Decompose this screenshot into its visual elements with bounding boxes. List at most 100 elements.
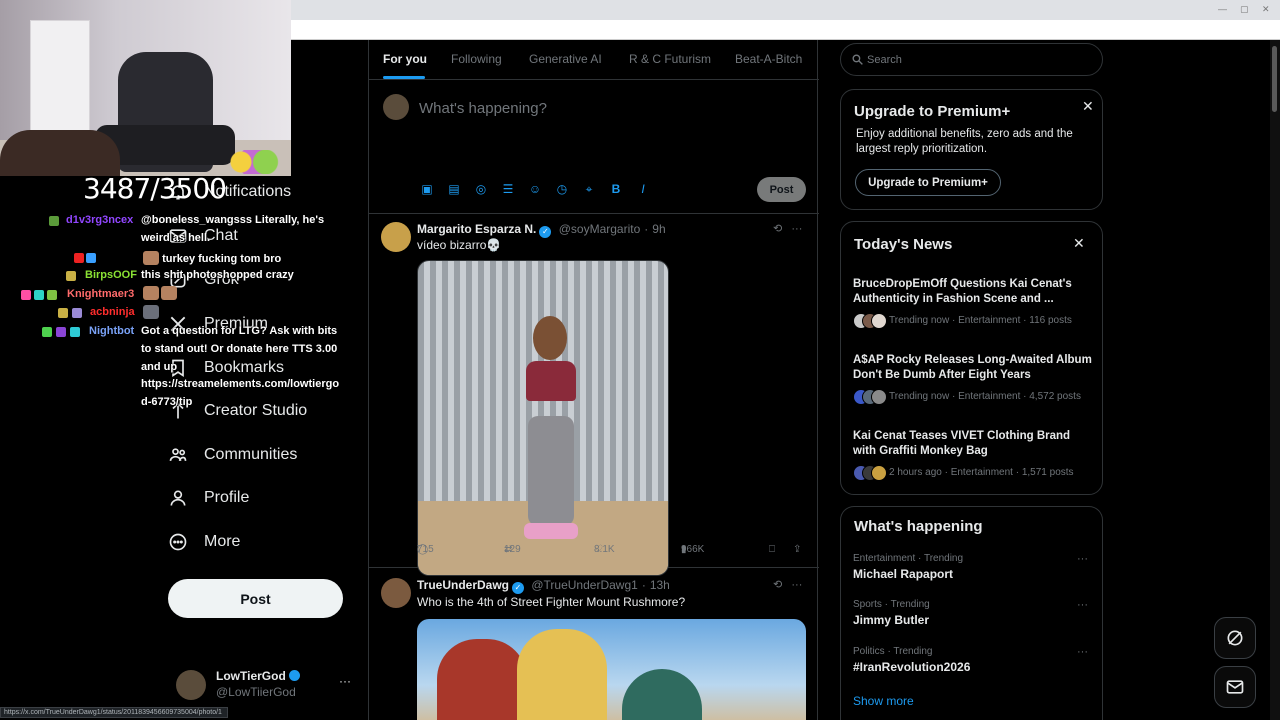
italic-icon[interactable]: I (635, 181, 651, 197)
timeline: For you Following Generative AI R & C Fu… (368, 40, 819, 720)
trend-more-icon[interactable]: ··· (1077, 646, 1088, 658)
news-headline: Kai Cenat Teases VIVET Clothing Brand wi… (853, 430, 1071, 457)
trend-more-icon[interactable]: ··· (1077, 553, 1088, 565)
tweet-author-name[interactable]: TrueUnderDawg (417, 578, 509, 592)
chat-message: https://streamelements.com/lowtiergo (141, 378, 340, 390)
messages-fab-button[interactable] (1214, 666, 1256, 708)
tweet-header: Margarito Esparza N. ✓ @soyMargarito · 9h (417, 222, 666, 238)
emote-icon (143, 305, 159, 319)
sidebar-item-label: Profile (204, 489, 250, 506)
news-meta-text: Trending now · Entertainment · 116 posts (889, 315, 1072, 326)
trend-more-icon[interactable]: ··· (1077, 599, 1088, 611)
sub-goal-counter: 3487/3500 (83, 172, 227, 205)
tab-for-you[interactable]: For you (383, 52, 427, 66)
upgrade-premium-button[interactable]: Upgrade to Premium+ (855, 169, 1001, 196)
news-avatars (853, 465, 887, 481)
trend-topic: #IranRevolution2026 (853, 660, 971, 674)
share-icon[interactable]: ⇪ (793, 544, 801, 555)
trend-item[interactable]: Entertainment · Trending Michael Rapapor… (853, 553, 1093, 581)
compose-input[interactable]: What's happening? (419, 100, 547, 117)
account-handle: @LowTiierGod (216, 685, 296, 699)
whats-happening-title: What's happening (854, 518, 983, 535)
timeline-tabs: For you Following Generative AI R & C Fu… (369, 40, 819, 80)
news-item[interactable]: Kai Cenat Teases VIVET Clothing Brand wi… (853, 429, 1093, 481)
tab-generative-ai[interactable]: Generative AI (529, 52, 602, 66)
tweet-author-handle[interactable]: @soyMargarito (559, 222, 641, 236)
gif-icon[interactable]: ▤ (446, 181, 462, 197)
trend-item[interactable]: Sports · Trending Jimmy Butler ··· (853, 599, 1093, 627)
location-icon[interactable]: ⌖ (581, 181, 597, 197)
tweet-more-icon[interactable]: ··· (791, 223, 802, 235)
bookmark-icon[interactable]: ⎕ (769, 544, 775, 555)
repost-count: 129 (504, 544, 521, 555)
poll-icon[interactable]: ☰ (500, 181, 516, 197)
news-item[interactable]: A$AP Rocky Releases Long-Awaited Album D… (853, 353, 1093, 405)
sidebar-item-profile[interactable]: Profile (168, 478, 249, 518)
avatar (383, 94, 409, 120)
avatar[interactable] (381, 578, 411, 608)
tweet-author-name[interactable]: Margarito Esparza N. (417, 222, 536, 236)
page-scrollbar[interactable] (1270, 40, 1280, 720)
tweet-time[interactable]: 13h (650, 578, 670, 592)
show-more-link[interactable]: Show more (853, 694, 914, 708)
bold-icon[interactable]: B (608, 181, 624, 197)
image-icon[interactable]: ▣ (419, 181, 435, 197)
chat-badge-icon (42, 327, 52, 337)
grok-icon[interactable]: ⟲ (773, 223, 782, 235)
news-headline: BruceDropEmOff Questions Kai Cenat's Aut… (853, 278, 1072, 305)
more-circle-icon (168, 532, 204, 552)
tweet-image[interactable] (417, 619, 806, 720)
tweet[interactable]: Margarito Esparza N. ✓ @soyMargarito · 9h ⟲… (369, 214, 819, 576)
chat-emotes (141, 286, 177, 300)
news-avatars (853, 313, 887, 329)
emote-icon (143, 251, 159, 265)
sidebar-post-button[interactable]: Post (168, 579, 343, 618)
schedule-icon[interactable]: ◷ (554, 181, 570, 197)
verified-badge-icon (288, 670, 300, 681)
close-icon[interactable]: ✕ (1073, 235, 1085, 252)
search-icon (852, 54, 863, 65)
reply-count: 715 (417, 544, 434, 555)
trend-topic: Jimmy Butler (853, 613, 930, 627)
tab-following[interactable]: Following (451, 52, 502, 66)
maximize-icon[interactable]: ▢ (1240, 4, 1249, 15)
address-bar[interactable] (290, 20, 1280, 40)
sidebar-item-more[interactable]: More (168, 522, 240, 562)
news-meta: 2 hours ago · Entertainment · 1,571 post… (853, 465, 1093, 481)
grok-icon[interactable]: ◎ (473, 181, 489, 197)
active-tab-indicator (383, 76, 425, 79)
tab-r-c-futurism[interactable]: R & C Futurism (629, 52, 711, 66)
tweet[interactable]: TrueUnderDawg ✓ @TrueUnderDawg1 · 13h ⟲ ···… (369, 568, 819, 720)
grok-fab-button[interactable] (1214, 617, 1256, 659)
chat-badge-icon (72, 308, 82, 318)
chat-message: this shit photoshopped crazy (141, 269, 294, 281)
close-icon[interactable]: ✕ (1082, 98, 1094, 115)
minimize-icon[interactable]: — (1218, 4, 1227, 14)
post-composer: What's happening? ▣ ▤ ◎ ☰ ☺ ◷ ⌖ B I Post (369, 80, 819, 214)
tab-beat-a-bitch[interactable]: Beat-A-Bitch (735, 52, 802, 66)
tweet-image[interactable] (417, 260, 669, 576)
emoji-icon[interactable]: ☺ (527, 181, 543, 197)
avatar[interactable] (381, 222, 411, 252)
chat-badge-icon (49, 216, 59, 226)
grok-icon[interactable]: ⟲ (773, 579, 782, 591)
news-item[interactable]: BruceDropEmOff Questions Kai Cenat's Aut… (853, 277, 1093, 329)
chat-badge-icon (21, 290, 31, 300)
search-input[interactable]: Search (840, 43, 1103, 76)
scrollbar-thumb[interactable] (1272, 46, 1277, 112)
tweet-author-handle[interactable]: @TrueUnderDawg1 (531, 578, 637, 592)
close-window-icon[interactable]: ✕ (1262, 4, 1270, 15)
account-more-icon[interactable]: ··· (339, 674, 351, 688)
tweet-time[interactable]: 9h (652, 222, 665, 236)
trend-item[interactable]: Politics · Trending #IranRevolution2026 … (853, 646, 1093, 674)
news-title: Today's News (854, 236, 953, 253)
chat-badge-icon (70, 327, 80, 337)
webcam-overlay (0, 0, 291, 176)
account-switcher[interactable]: LowTierGod @LowTiierGod ··· (176, 666, 356, 706)
sidebar-item-communities[interactable]: Communities (168, 435, 297, 475)
trend-topic: Michael Rapaport (853, 567, 954, 581)
composer-post-button[interactable]: Post (757, 177, 806, 202)
chat-message: @boneless_wangsss Literally, he's (141, 214, 325, 226)
tweet-more-icon[interactable]: ··· (791, 579, 802, 591)
chat-badge-icon (34, 290, 44, 300)
